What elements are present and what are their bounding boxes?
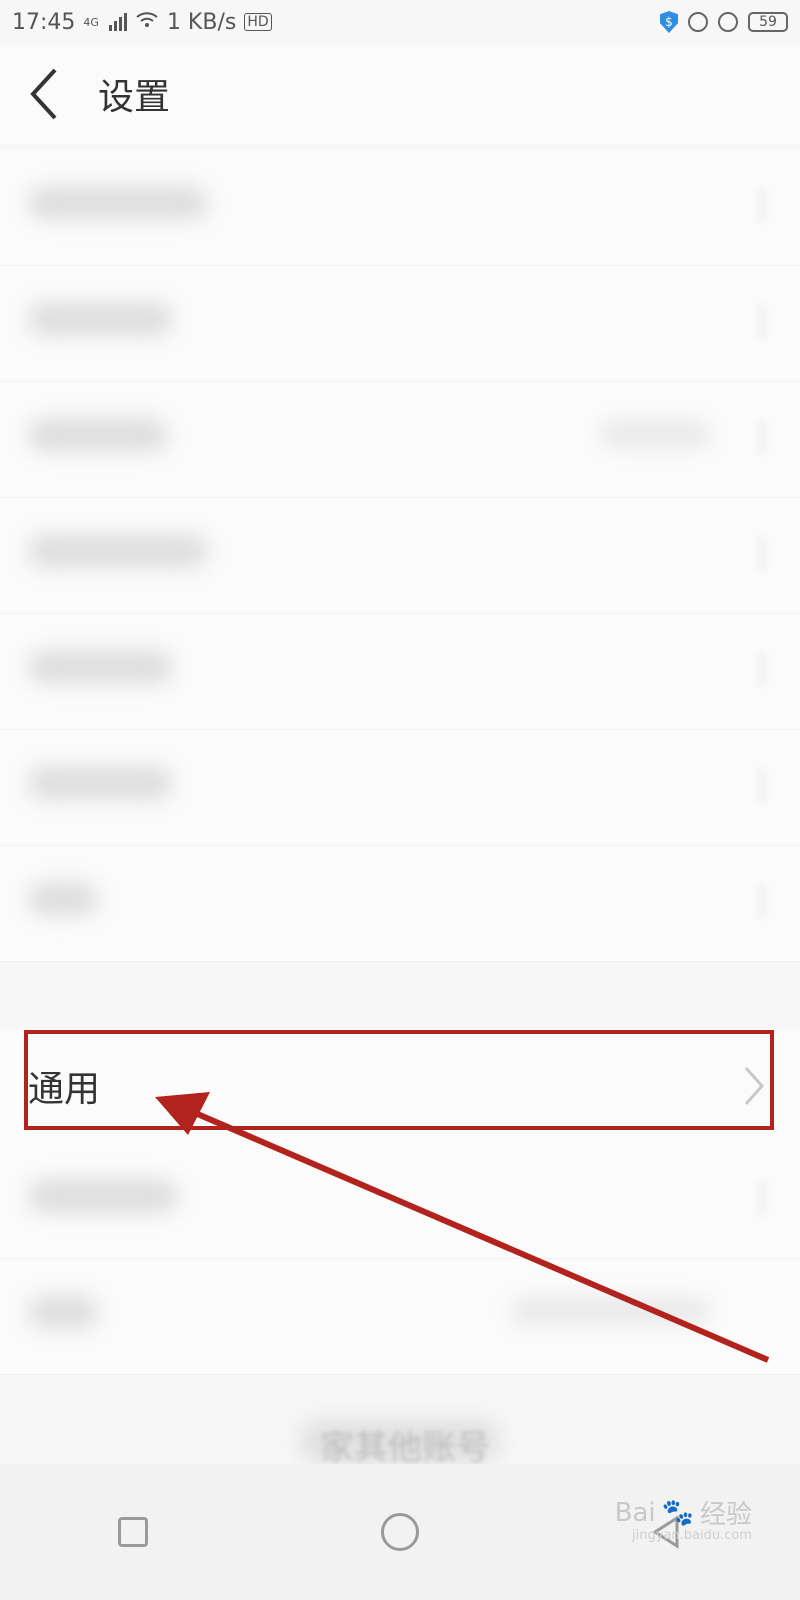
- chevron-right-icon: [738, 768, 764, 802]
- network-speed: 1 KB/s: [166, 9, 237, 35]
- watermark-url: jingyan.baidu.com: [632, 1528, 752, 1543]
- chevron-right-icon: [738, 420, 764, 454]
- security-shield-icon: $: [660, 11, 678, 33]
- general-label: 通用: [28, 1069, 101, 1110]
- chevron-right-icon: [738, 652, 764, 686]
- list-item[interactable]: [0, 1259, 800, 1375]
- chevron-right-icon: [738, 536, 764, 570]
- recents-button[interactable]: [93, 1492, 173, 1572]
- recents-square-icon: [118, 1517, 149, 1547]
- lock-icon: [688, 12, 708, 32]
- back-button[interactable]: [0, 44, 90, 144]
- battery-icon: 59: [748, 12, 788, 32]
- list-item[interactable]: [0, 614, 800, 730]
- network-type: 4G: [83, 15, 99, 29]
- alarm-icon: [718, 12, 738, 32]
- list-item[interactable]: [0, 730, 800, 846]
- chevron-right-icon: [738, 188, 764, 222]
- list-item[interactable]: [0, 382, 800, 498]
- chevron-right-icon: [738, 884, 764, 918]
- status-bar: 17:45 4G 1 KB/s HD $ 59: [0, 0, 800, 44]
- home-circle-icon: [380, 1513, 419, 1551]
- list-item[interactable]: [0, 1143, 800, 1259]
- status-right: $ 59: [660, 11, 788, 33]
- settings-list-lower: [0, 1143, 800, 1375]
- list-item[interactable]: [0, 150, 800, 266]
- list-item[interactable]: [0, 498, 800, 614]
- back-arrow-icon: [30, 68, 57, 120]
- status-time: 17:45: [12, 9, 76, 35]
- chevron-right-icon: [744, 1067, 765, 1105]
- home-button[interactable]: [360, 1492, 440, 1572]
- watermark-brand: Bai: [614, 1497, 656, 1528]
- bottom-link-text[interactable]: 家其他账号: [320, 1420, 490, 1469]
- settings-list: [0, 150, 800, 962]
- watermark-sub: 经验: [699, 1500, 752, 1530]
- list-item[interactable]: [0, 846, 800, 962]
- chevron-right-icon: [738, 1181, 764, 1215]
- watermark: Bai 🐾 经验 jingyan.baidu.com: [614, 1494, 752, 1544]
- hd-badge: HD: [244, 13, 272, 31]
- general-settings-row[interactable]: 通用: [0, 1028, 800, 1143]
- list-item[interactable]: [0, 266, 800, 382]
- app-bar: 设置: [0, 44, 800, 144]
- status-left: 17:45 4G 1 KB/s HD: [12, 10, 272, 35]
- wifi-icon: [135, 10, 159, 35]
- paw-icon: 🐾: [661, 1497, 694, 1528]
- cell-signal-icon: [108, 13, 127, 31]
- page-title: 设置: [98, 77, 171, 118]
- chevron-right-icon: [738, 304, 764, 338]
